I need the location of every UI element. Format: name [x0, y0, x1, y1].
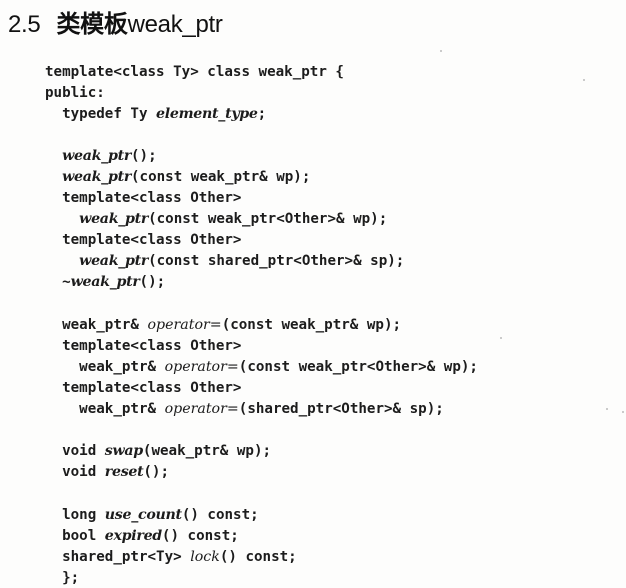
code-token: (); [143, 464, 169, 480]
code-token: typedef Ty [45, 106, 157, 122]
code-token: public: [45, 85, 105, 101]
code-line: shared_ptr<Ty> lock() const; [45, 547, 297, 567]
code-token: (const shared_ptr<Other>& sp); [148, 253, 405, 269]
code-token: (const weak_ptr& wp); [131, 169, 311, 185]
code-line: void reset(); [45, 462, 169, 482]
code-identifier: weak_ptr [62, 169, 131, 185]
section-title-code: weak_ptr [127, 11, 223, 38]
code-line: template<class Other> [45, 336, 241, 356]
section-title-cjk: 类模板 [56, 11, 128, 38]
code-token: () const; [161, 528, 239, 544]
code-token: () const; [219, 549, 297, 565]
code-token: (const weak_ptr& wp); [221, 317, 402, 333]
code-line: }; [45, 568, 79, 588]
code-identifier: lock [190, 549, 220, 565]
code-identifier: operator= [164, 401, 239, 417]
code-token: template<class Other> [45, 338, 242, 354]
code-token: template<class Other> [45, 190, 242, 206]
code-line: weak_ptr& operator=(const weak_ptr& wp); [45, 315, 401, 335]
code-line: template<class Other> [45, 188, 241, 208]
scan-speck [622, 411, 624, 413]
code-line: weak_ptr(); [45, 146, 157, 166]
code-line: weak_ptr(const weak_ptr& wp); [45, 167, 310, 187]
code-identifier: weak_ptr [62, 148, 131, 164]
code-token: shared_ptr<Ty> [45, 549, 191, 565]
code-line: template<class Other> [45, 378, 241, 398]
code-token: (const weak_ptr<Other>& wp); [148, 211, 388, 227]
code-line: template<class Other> [45, 230, 241, 250]
code-line: bool expired() const; [45, 526, 239, 546]
code-line: weak_ptr(const weak_ptr<Other>& wp); [45, 209, 387, 229]
code-line: weak_ptr(const shared_ptr<Other>& sp); [45, 251, 404, 271]
section-number: 2.5 [8, 11, 41, 38]
code-token: template<class Other> [45, 380, 242, 396]
code-token: long [45, 507, 105, 523]
code-token: template<class Other> [45, 232, 242, 248]
code-identifier: weak_ptr [70, 274, 140, 290]
code-identifier: reset [104, 464, 144, 480]
scan-speck [606, 408, 608, 410]
code-identifier: element_type [156, 106, 258, 122]
code-token: () const; [181, 507, 259, 523]
code-token: bool [45, 528, 105, 544]
code-token: weak_ptr& [45, 317, 148, 333]
code-line: ~weak_ptr(); [45, 272, 165, 292]
code-token: void [45, 443, 105, 459]
code-identifier: use_count [104, 507, 182, 523]
code-token: }; [45, 570, 80, 586]
code-token: void [45, 464, 105, 480]
code-token: (shared_ptr<Other>& sp); [238, 401, 444, 417]
code-line: long use_count() const; [45, 505, 259, 525]
code-line: typedef Ty element_type; [45, 104, 266, 124]
code-identifier: operator= [164, 359, 239, 375]
code-token: weak_ptr& [45, 401, 165, 417]
code-token: (); [139, 274, 166, 290]
scan-speck [500, 337, 502, 339]
code-token: (const weak_ptr<Other>& wp); [238, 359, 478, 375]
scan-speck [583, 79, 585, 81]
code-identifier: weak_ptr [79, 253, 149, 269]
code-identifier: weak_ptr [79, 211, 149, 227]
section-heading: 2.5 类模板weak_ptr [8, 4, 223, 39]
scan-speck [440, 50, 442, 52]
code-token: (); [131, 148, 157, 164]
code-identifier: operator= [147, 317, 222, 333]
code-line: weak_ptr& operator=(shared_ptr<Other>& s… [45, 399, 444, 419]
code-line: void swap(weak_ptr& wp); [45, 441, 271, 461]
code-identifier: swap [104, 443, 143, 459]
code-token: ~ [45, 274, 71, 290]
code-line: template<class Ty> class weak_ptr { [45, 62, 344, 82]
code-identifier: expired [104, 528, 162, 544]
code-token: ; [257, 106, 267, 122]
code-line: weak_ptr& operator=(const weak_ptr<Other… [45, 357, 478, 377]
code-line: public: [45, 83, 105, 103]
code-token: template<class Ty> class weak_ptr { [45, 64, 344, 80]
code-token: (weak_ptr& wp); [142, 443, 272, 459]
code-token: weak_ptr& [45, 359, 165, 375]
